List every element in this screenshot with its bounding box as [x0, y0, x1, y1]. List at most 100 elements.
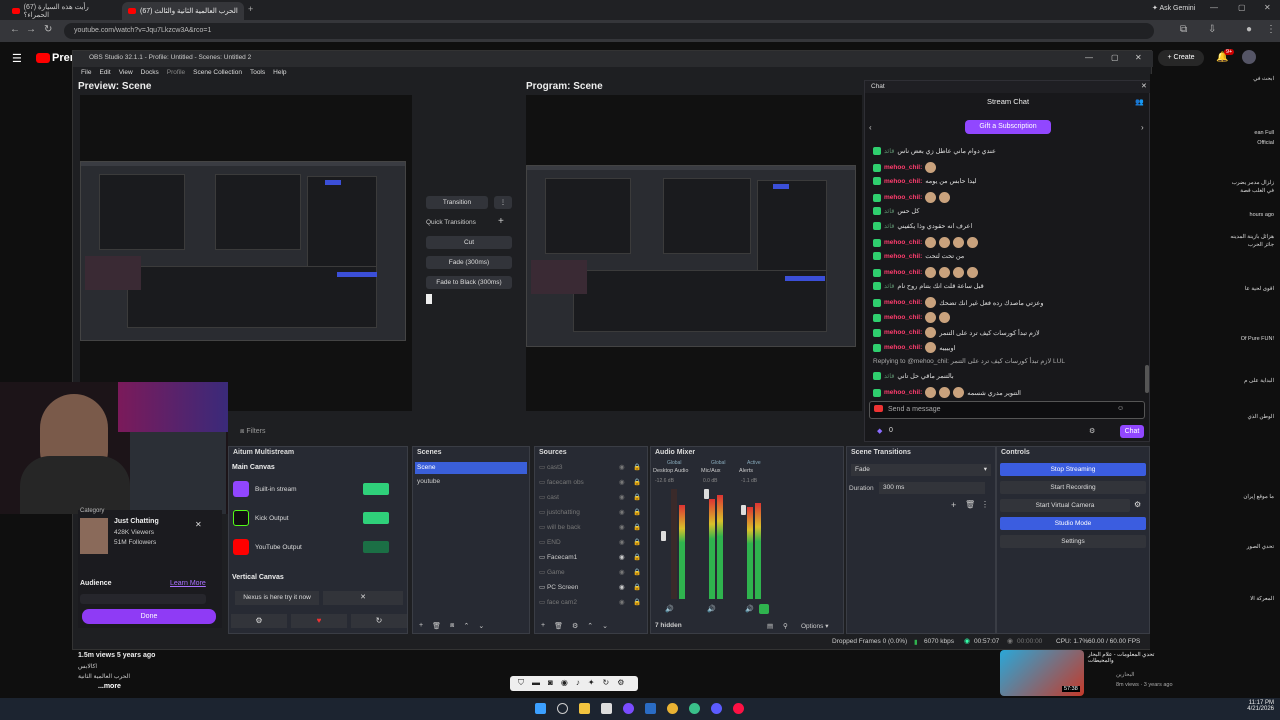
- audience-select[interactable]: [80, 594, 206, 604]
- menu-view[interactable]: View: [119, 69, 133, 78]
- volume-slider-desktop[interactable]: [661, 531, 666, 541]
- quick-transition-cut[interactable]: Cut: [426, 236, 512, 249]
- shield-icon[interactable]: ⛉: [518, 678, 524, 689]
- recommendation-title-fragment[interactable]: في الغلب قصة: [1240, 188, 1274, 194]
- chat-username[interactable]: mehoo_chil:: [884, 389, 922, 396]
- vertical-canvas-remove-icon[interactable]: ✕: [323, 591, 403, 605]
- taskbar-clock[interactable]: 11:17 PM 4/21/2026: [1238, 700, 1274, 712]
- volume-slider-alerts[interactable]: [741, 505, 746, 515]
- lock-icon[interactable]: 🔒: [633, 553, 641, 561]
- ask-gemini-button[interactable]: ✦ Ask Gemini: [1152, 4, 1195, 12]
- recommendation-title-fragment[interactable]: البداية على م: [1244, 378, 1274, 384]
- pin-icon[interactable]: ✦: [588, 678, 595, 689]
- chat-next-icon[interactable]: ›: [1141, 123, 1144, 132]
- vertical-canvas-item[interactable]: Nexus is here try it now: [235, 591, 319, 605]
- url-field[interactable]: youtube.com/watch?v=Jqu7Lkzcw3A&rco=1: [64, 23, 1154, 39]
- chat-users-icon[interactable]: 👥: [1135, 98, 1144, 106]
- download-icon[interactable]: ⇩: [1208, 24, 1216, 35]
- quick-transition-fade[interactable]: Fade (300ms): [426, 256, 512, 269]
- source-item[interactable]: ▭ face cam2 ◉ 🔒: [539, 598, 643, 606]
- add-scene-icon[interactable]: +: [419, 622, 423, 630]
- transition-slider-handle[interactable]: [426, 294, 432, 304]
- reload-icon[interactable]: ↻: [44, 24, 52, 35]
- transition-button[interactable]: Transition: [426, 196, 488, 209]
- transition-options-icon[interactable]: ⋮: [494, 196, 512, 209]
- chat-username[interactable]: قائد: [884, 372, 894, 380]
- search-icon[interactable]: [557, 703, 568, 714]
- move-up-icon[interactable]: ⌃: [587, 622, 593, 630]
- chat-username[interactable]: mehoo_chil:: [884, 164, 922, 171]
- recommendation-title-fragment[interactable]: hours ago: [1250, 212, 1274, 218]
- app-icon[interactable]: [711, 703, 722, 714]
- remove-source-icon[interactable]: 🗑: [554, 622, 563, 630]
- recommendation-title-fragment[interactable]: الوطن الذي: [1247, 414, 1274, 420]
- clip-icon[interactable]: ▬: [532, 678, 540, 689]
- recommendation-title[interactable]: تحدي المعلومات - علام البحار والمحيطات: [1088, 652, 1180, 664]
- multistream-refresh-icon[interactable]: ↻: [351, 614, 407, 628]
- add-quick-transition-icon[interactable]: +: [498, 216, 504, 227]
- menu-file[interactable]: File: [81, 69, 91, 78]
- eye-icon[interactable]: ◉: [619, 583, 625, 591]
- learn-more-link[interactable]: Learn More: [170, 580, 206, 587]
- visibility-off-icon[interactable]: ◉: [619, 538, 625, 546]
- camera-icon[interactable]: ◙: [548, 678, 553, 689]
- chat-username[interactable]: mehoo_chil:: [884, 314, 922, 321]
- done-button[interactable]: Done: [82, 609, 216, 624]
- recommendation-title-fragment[interactable]: اقوى لحية عا: [1245, 286, 1274, 292]
- transition-more-icon[interactable]: ⋮: [981, 500, 989, 509]
- lock-icon[interactable]: 🔒: [633, 508, 641, 516]
- browser-tab[interactable]: (67) رأيت هذه السيارة الحمراء؟: [6, 2, 118, 20]
- record-icon[interactable]: ◉: [561, 678, 568, 689]
- move-up-icon[interactable]: ⌃: [463, 622, 469, 630]
- profile-icon[interactable]: ●: [1246, 24, 1252, 35]
- chat-close-icon[interactable]: ✕: [1141, 82, 1147, 90]
- chat-username[interactable]: mehoo_chil:: [884, 329, 922, 336]
- source-item[interactable]: ▭ justchatting ◉ 🔒: [539, 508, 643, 516]
- create-button[interactable]: + Create: [1158, 50, 1204, 66]
- chat-username[interactable]: قائد: [884, 282, 894, 290]
- volume-slider-mic[interactable]: [704, 489, 709, 499]
- chat-emote-icon[interactable]: ☺: [1117, 405, 1124, 412]
- lock-icon[interactable]: 🔒: [633, 523, 641, 531]
- visibility-off-icon[interactable]: ◉: [619, 493, 625, 501]
- steam-icon[interactable]: [645, 703, 656, 714]
- mixer-link-icon[interactable]: ⚲: [783, 622, 788, 630]
- forward-icon[interactable]: →: [26, 24, 36, 35]
- mute-desktop-icon[interactable]: 🔊: [665, 605, 674, 613]
- chat-username[interactable]: mehoo_chil:: [884, 194, 922, 201]
- mixer-layout-icon[interactable]: ▤: [767, 622, 773, 630]
- menu-help[interactable]: Help: [273, 69, 286, 78]
- show-more-link[interactable]: ...more: [98, 683, 121, 690]
- visibility-off-icon[interactable]: ◉: [619, 598, 625, 606]
- visibility-off-icon[interactable]: ◉: [619, 478, 625, 486]
- menu-tools[interactable]: Tools: [250, 69, 265, 78]
- chat-username[interactable]: mehoo_chil:: [884, 253, 922, 260]
- browser-tab-active[interactable]: (67) الحرب العالمية الثانية والثالث: [122, 2, 244, 20]
- multistream-settings-icon[interactable]: ⚙: [231, 614, 287, 628]
- output-toggle[interactable]: [363, 483, 389, 495]
- obs-taskbar-icon[interactable]: [623, 703, 634, 714]
- recommendation-title-fragment[interactable]: Official: [1257, 140, 1274, 146]
- mic-icon[interactable]: ♪: [576, 678, 580, 689]
- remove-scene-icon[interactable]: 🗑: [432, 622, 441, 630]
- chat-username[interactable]: قائد: [884, 207, 894, 215]
- chat-username[interactable]: mehoo_chil:: [884, 269, 922, 276]
- lock-icon[interactable]: 🔒: [633, 598, 641, 606]
- start-recording-button[interactable]: Start Recording: [1000, 481, 1146, 494]
- lock-icon[interactable]: 🔒: [633, 478, 641, 486]
- source-item[interactable]: ▭ will be back ◉ 🔒: [539, 523, 643, 531]
- menu-scene-collection[interactable]: Scene Collection: [193, 69, 242, 78]
- visibility-off-icon[interactable]: ◉: [619, 463, 625, 471]
- recommendation-title-fragment[interactable]: Of Pure FUN!: [1241, 336, 1274, 342]
- chat-message-input[interactable]: Send a message: [869, 401, 1145, 419]
- recommendation-title-fragment[interactable]: المعركة الا: [1250, 596, 1274, 602]
- stop-streaming-button[interactable]: Stop Streaming: [1000, 463, 1146, 476]
- visibility-off-icon[interactable]: ◉: [619, 568, 625, 576]
- chat-settings-icon[interactable]: ⚙: [1089, 427, 1095, 435]
- visibility-off-icon[interactable]: ◉: [619, 508, 625, 516]
- lock-icon[interactable]: 🔒: [633, 463, 641, 471]
- filters-tab[interactable]: ⧈ Filters: [240, 428, 265, 436]
- settings-button[interactable]: Settings: [1000, 535, 1146, 548]
- source-item[interactable]: ▭ Facecam1 ◉ 🔒: [539, 553, 643, 561]
- chat-username[interactable]: mehoo_chil:: [884, 239, 922, 246]
